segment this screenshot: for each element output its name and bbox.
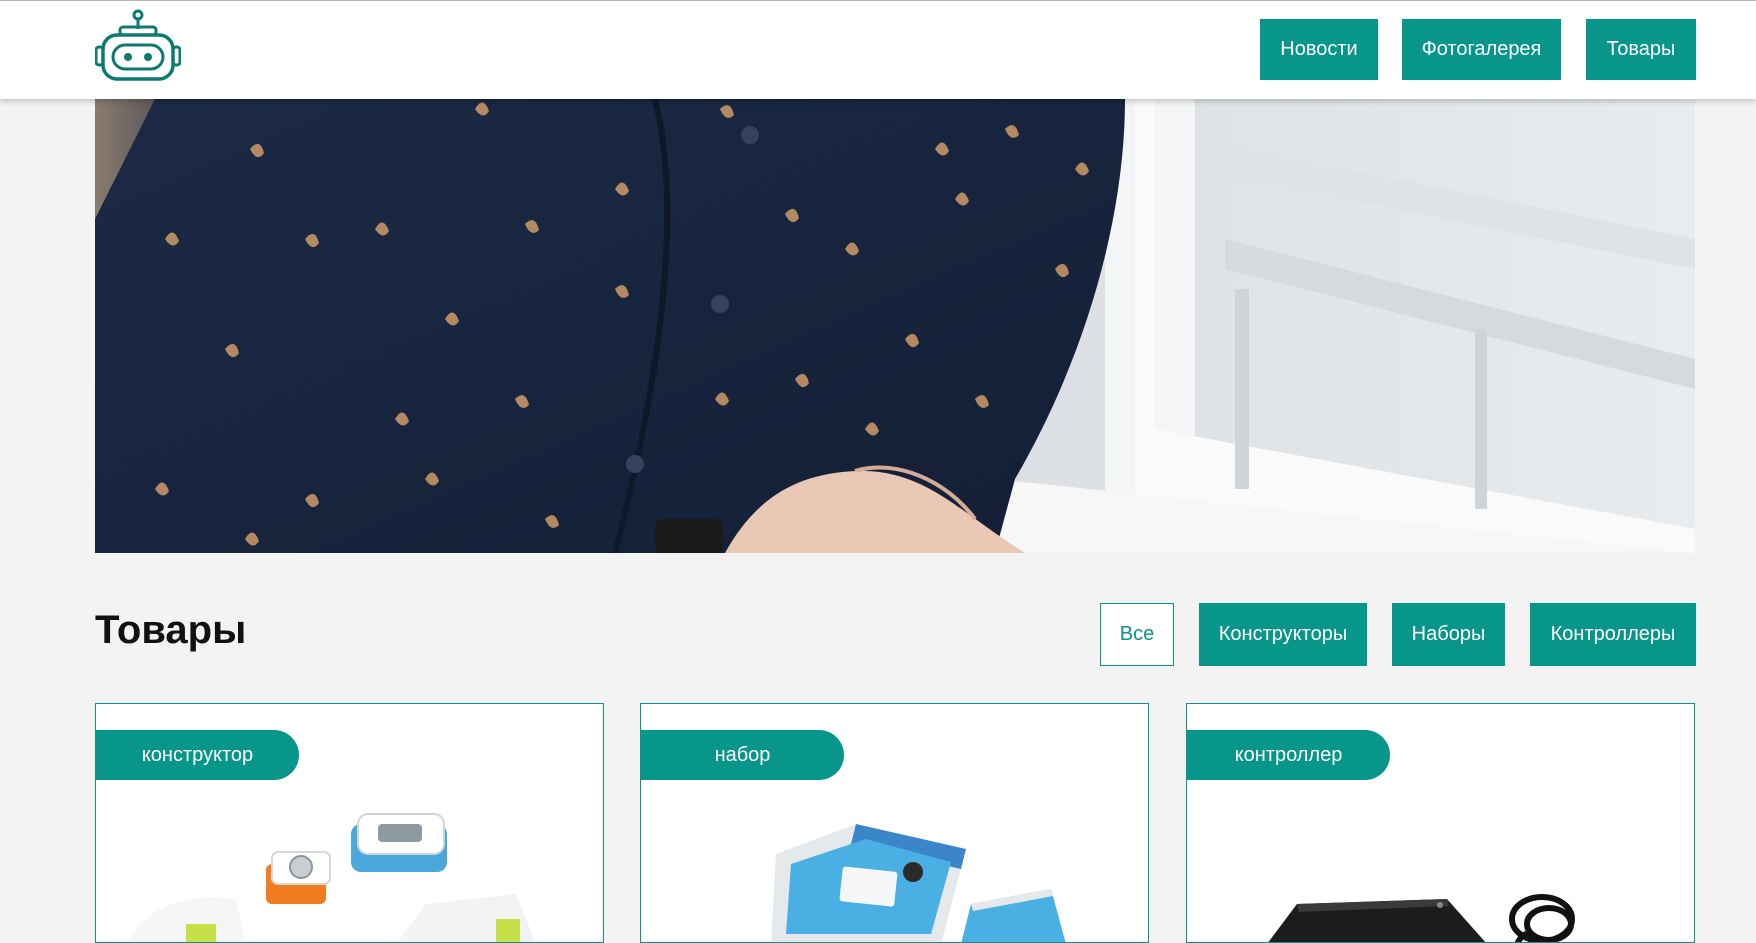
product-category-tag: набор xyxy=(641,730,844,780)
nav-products-button[interactable]: Товары xyxy=(1586,19,1696,80)
product-image xyxy=(96,794,603,942)
robot-logo-icon[interactable] xyxy=(94,9,182,83)
nav-news-button[interactable]: Новости xyxy=(1260,19,1378,80)
product-card[interactable]: контроллер xyxy=(1186,703,1695,943)
product-category-tag: конструктор xyxy=(96,730,299,780)
product-card[interactable]: конструктор xyxy=(95,703,604,943)
products-section-title: Товары xyxy=(95,608,247,652)
site-header: Новости Фотогалерея Товары xyxy=(0,0,1756,99)
filter-all-button[interactable]: Все xyxy=(1100,603,1174,666)
product-image xyxy=(641,794,1148,942)
product-card[interactable]: набор xyxy=(640,703,1149,943)
filter-constructors-button[interactable]: Конструкторы xyxy=(1199,603,1367,666)
filter-controllers-button[interactable]: Контроллеры xyxy=(1530,603,1696,666)
filter-kits-button[interactable]: Наборы xyxy=(1392,603,1505,666)
hero-image xyxy=(95,99,1695,553)
product-image xyxy=(1187,794,1694,942)
nav-gallery-button[interactable]: Фотогалерея xyxy=(1402,19,1561,80)
product-category-tag: контроллер xyxy=(1187,730,1390,780)
